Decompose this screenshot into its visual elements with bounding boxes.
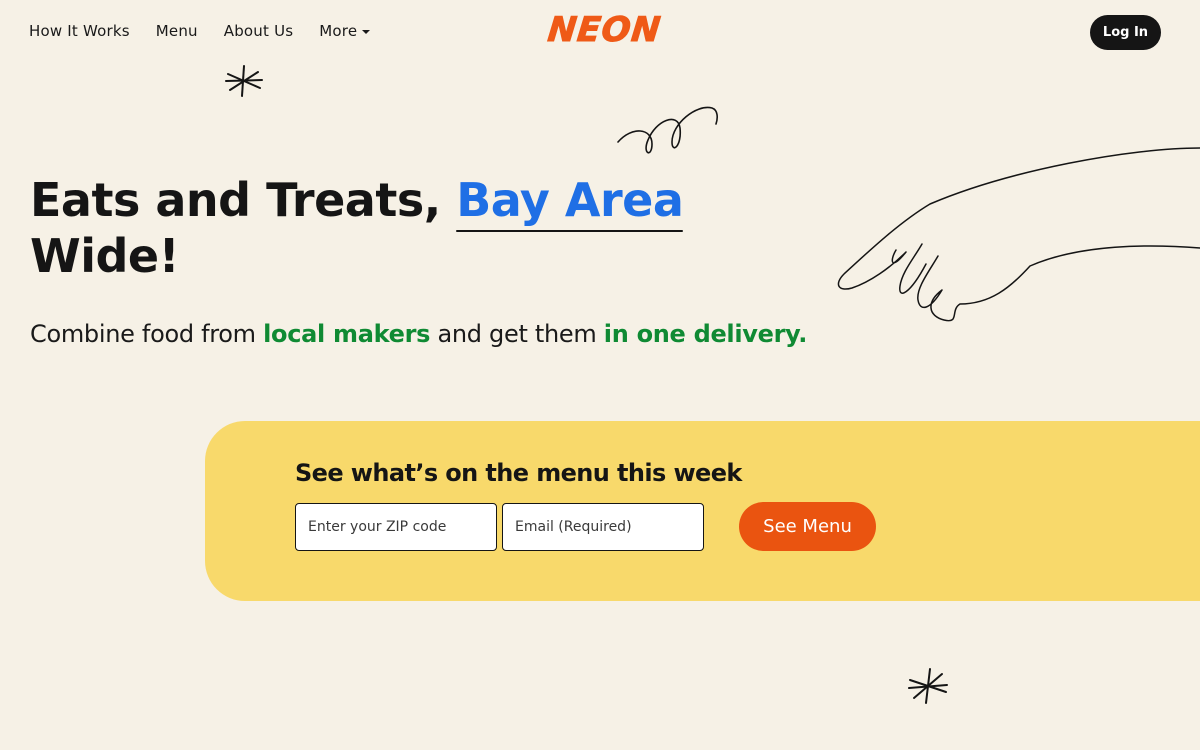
login-button[interactable]: Log In [1090,15,1161,50]
nav-link-about-us[interactable]: About Us [224,22,294,40]
hero-title: Eats and Treats, Bay Area Wide! [30,172,730,284]
hero-sub-one-delivery: in one delivery. [603,320,808,348]
hero-sub-local-makers: local makers [263,320,431,348]
squiggle-doodle [617,106,718,154]
nav-links: How It Works Menu About Us More [29,22,371,40]
zip-code-input[interactable] [295,503,497,551]
pointing-hand-doodle [837,147,1200,322]
sparkle-icon [908,668,948,704]
hero-title-part1: Eats and Treats, [30,173,457,227]
hero-sub-part2: and get them [430,320,604,348]
neon-logo[interactable]: NEON [545,10,663,51]
hero-subtitle: Combine food from local makers and get t… [30,320,807,348]
sparkle-icon [225,65,263,97]
email-input[interactable] [502,503,704,551]
see-menu-button[interactable]: See Menu [739,502,876,551]
nav-link-how-it-works[interactable]: How It Works [29,22,130,40]
hero-sub-part1: Combine food from [30,320,264,348]
cta-heading: See what’s on the menu this week [295,459,742,487]
nav-link-menu[interactable]: Menu [156,22,198,40]
nav-more-dropdown[interactable]: More [319,22,371,40]
nav-more-label: More [319,22,358,40]
hero-title-part2: Wide! [30,229,180,283]
caret-down-icon [362,30,371,34]
menu-signup-panel: See what’s on the menu this week See Men… [205,421,1200,601]
top-nav: How It Works Menu About Us More NEON Log… [0,0,1200,66]
hero-title-accent: Bay Area [456,173,684,232]
